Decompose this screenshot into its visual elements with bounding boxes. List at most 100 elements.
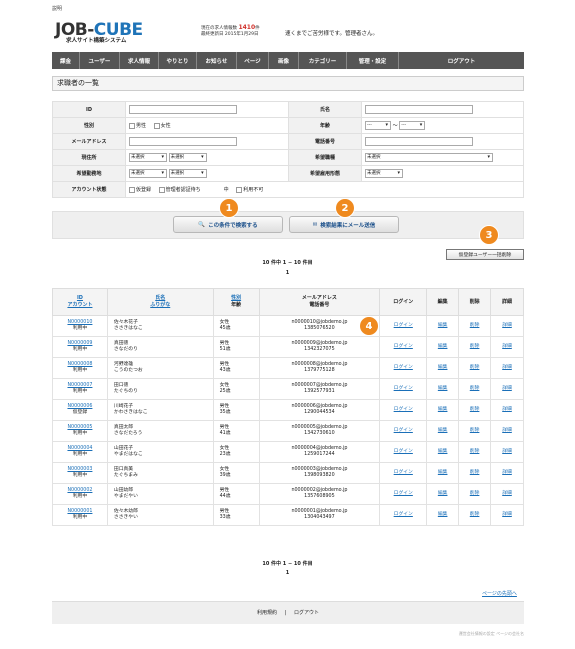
login-link[interactable]: ログイン — [394, 449, 413, 454]
col-id-label[interactable]: ID — [77, 295, 83, 301]
edit-link[interactable]: 編集 — [438, 512, 448, 517]
edit-link[interactable]: 編集 — [438, 365, 448, 370]
workplace-city-select[interactable]: 未選択 — [168, 169, 207, 178]
login-link[interactable]: ログイン — [394, 323, 413, 328]
user-age: 23歳 — [219, 452, 231, 457]
login-link[interactable]: ログイン — [394, 512, 413, 517]
delete-link[interactable]: 削除 — [470, 449, 480, 454]
edit-link[interactable]: 編集 — [438, 407, 448, 412]
account-id-link[interactable]: N0000002 — [67, 488, 92, 493]
footer-logout-link[interactable]: ログアウト — [294, 610, 319, 616]
employment-select[interactable]: 未選択 — [365, 169, 403, 178]
edit-link[interactable]: 編集 — [438, 344, 448, 349]
delete-link[interactable]: 削除 — [470, 428, 480, 433]
login-link[interactable]: ログイン — [394, 386, 413, 391]
phone-input[interactable] — [365, 137, 473, 146]
account-id-link[interactable]: N0000008 — [67, 362, 92, 367]
col-kana-label[interactable]: ふりがな — [150, 302, 170, 308]
detail-link[interactable]: 詳細 — [502, 344, 512, 349]
delete-link[interactable]: 削除 — [470, 512, 480, 517]
name-input[interactable] — [365, 105, 473, 114]
nav-jobs[interactable]: 求人情報 — [120, 52, 159, 69]
edit-link[interactable]: 編集 — [438, 491, 448, 496]
nav-users[interactable]: ユーザー — [80, 52, 120, 69]
detail-link[interactable]: 詳細 — [502, 407, 512, 412]
nav-messages[interactable]: やりとり — [159, 52, 197, 69]
delete-link[interactable]: 削除 — [470, 323, 480, 328]
login-link[interactable]: ログイン — [394, 470, 413, 475]
footer-terms-link[interactable]: 利用規約 — [257, 610, 277, 616]
login-link[interactable]: ログイン — [394, 407, 413, 412]
send-mail-button[interactable]: ✉ 検索結果にメール送信 — [289, 216, 399, 233]
edit-link[interactable]: 編集 — [438, 323, 448, 328]
cell-detail: 詳細 — [490, 420, 524, 442]
account-id-link[interactable]: N0000001 — [67, 509, 92, 514]
delete-link[interactable]: 削除 — [470, 386, 480, 391]
gender-female-checkbox[interactable] — [153, 122, 160, 129]
col-name[interactable]: 氏名 ふりがな — [106, 288, 214, 316]
status-pending-checkbox[interactable] — [158, 186, 165, 193]
nav-notices[interactable]: お知らせ — [197, 52, 237, 69]
nav-images[interactable]: 画像 — [269, 52, 299, 69]
id-input[interactable] — [129, 105, 237, 114]
delete-link[interactable]: 削除 — [470, 407, 480, 412]
col-gender-label[interactable]: 性別 — [231, 295, 241, 301]
delete-link[interactable]: 削除 — [470, 365, 480, 370]
back-to-top-link[interactable]: ページの先頭へ — [482, 590, 517, 597]
gender-male-checkbox[interactable] — [129, 122, 135, 129]
email-input[interactable] — [129, 137, 237, 146]
nav-pages[interactable]: ページ — [237, 52, 269, 69]
col-account-label[interactable]: アカウント — [67, 302, 92, 308]
nav-billing[interactable]: 課金 — [52, 52, 80, 69]
job-type-select[interactable]: 未選択 — [365, 153, 493, 162]
table-row: N0000002 利用中 山田幼郎 やまだやい 男性 44歳 n0000002@jobdem… — [52, 483, 524, 505]
address-city-select[interactable]: 未選択 — [168, 153, 207, 162]
nav-categories[interactable]: カテゴリー — [299, 52, 347, 69]
address-pref-select[interactable]: 未選択 — [129, 153, 167, 162]
account-id-link[interactable]: N0000005 — [67, 425, 92, 430]
col-name-label[interactable]: 氏名 — [155, 295, 165, 301]
account-id-link[interactable]: N0000004 — [67, 446, 92, 451]
age-from-select[interactable]: --- — [365, 121, 391, 130]
status-disabled-checkbox[interactable] — [236, 186, 243, 193]
detail-link[interactable]: 詳細 — [502, 428, 512, 433]
search-button[interactable]: 🔍 この条件で検索する — [173, 216, 283, 233]
detail-link[interactable]: 詳細 — [502, 449, 512, 454]
edit-link[interactable]: 編集 — [438, 449, 448, 454]
detail-link[interactable]: 詳細 — [502, 470, 512, 475]
age-to-select[interactable]: --- — [399, 121, 426, 130]
account-id-link[interactable]: N0000009 — [67, 341, 92, 346]
account-id-link[interactable]: N0000006 — [67, 404, 92, 409]
detail-link[interactable]: 詳細 — [502, 386, 512, 391]
detail-link[interactable]: 詳細 — [502, 323, 512, 328]
edit-link[interactable]: 編集 — [438, 428, 448, 433]
detail-link[interactable]: 詳細 — [502, 491, 512, 496]
detail-link[interactable]: 詳細 — [502, 365, 512, 370]
cell-edit: 編集 — [426, 399, 460, 421]
cell-detail: 詳細 — [490, 399, 524, 421]
login-link[interactable]: ログイン — [394, 428, 413, 433]
cell-edit: 編集 — [426, 378, 460, 400]
nav-settings[interactable]: 管理・設定 — [347, 52, 399, 69]
workplace-pref-select[interactable]: 未選択 — [129, 169, 167, 178]
edit-link[interactable]: 編集 — [438, 470, 448, 475]
pager-page-top[interactable]: 1 — [0, 270, 575, 276]
user-name: 河野達雄 — [113, 361, 134, 367]
login-link[interactable]: ログイン — [394, 365, 413, 370]
status-provisional-checkbox[interactable] — [129, 186, 135, 193]
account-id-link[interactable]: N0000010 — [67, 320, 92, 325]
edit-link[interactable]: 編集 — [438, 386, 448, 391]
nav-logout[interactable]: ログアウト — [399, 52, 524, 69]
col-gender[interactable]: 性別 年齢 — [212, 288, 260, 316]
delete-link[interactable]: 削除 — [470, 470, 480, 475]
pager-page-bottom[interactable]: 1 — [0, 570, 575, 576]
col-age-label: 年齢 — [231, 302, 242, 308]
account-id-link[interactable]: N0000003 — [67, 467, 92, 472]
login-link[interactable]: ログイン — [394, 344, 413, 349]
account-id-link[interactable]: N0000007 — [67, 383, 92, 388]
login-link[interactable]: ログイン — [394, 491, 413, 496]
col-id[interactable]: ID アカウント — [52, 288, 108, 316]
delete-link[interactable]: 削除 — [470, 491, 480, 496]
delete-link[interactable]: 削除 — [470, 344, 480, 349]
detail-link[interactable]: 詳細 — [502, 512, 512, 517]
